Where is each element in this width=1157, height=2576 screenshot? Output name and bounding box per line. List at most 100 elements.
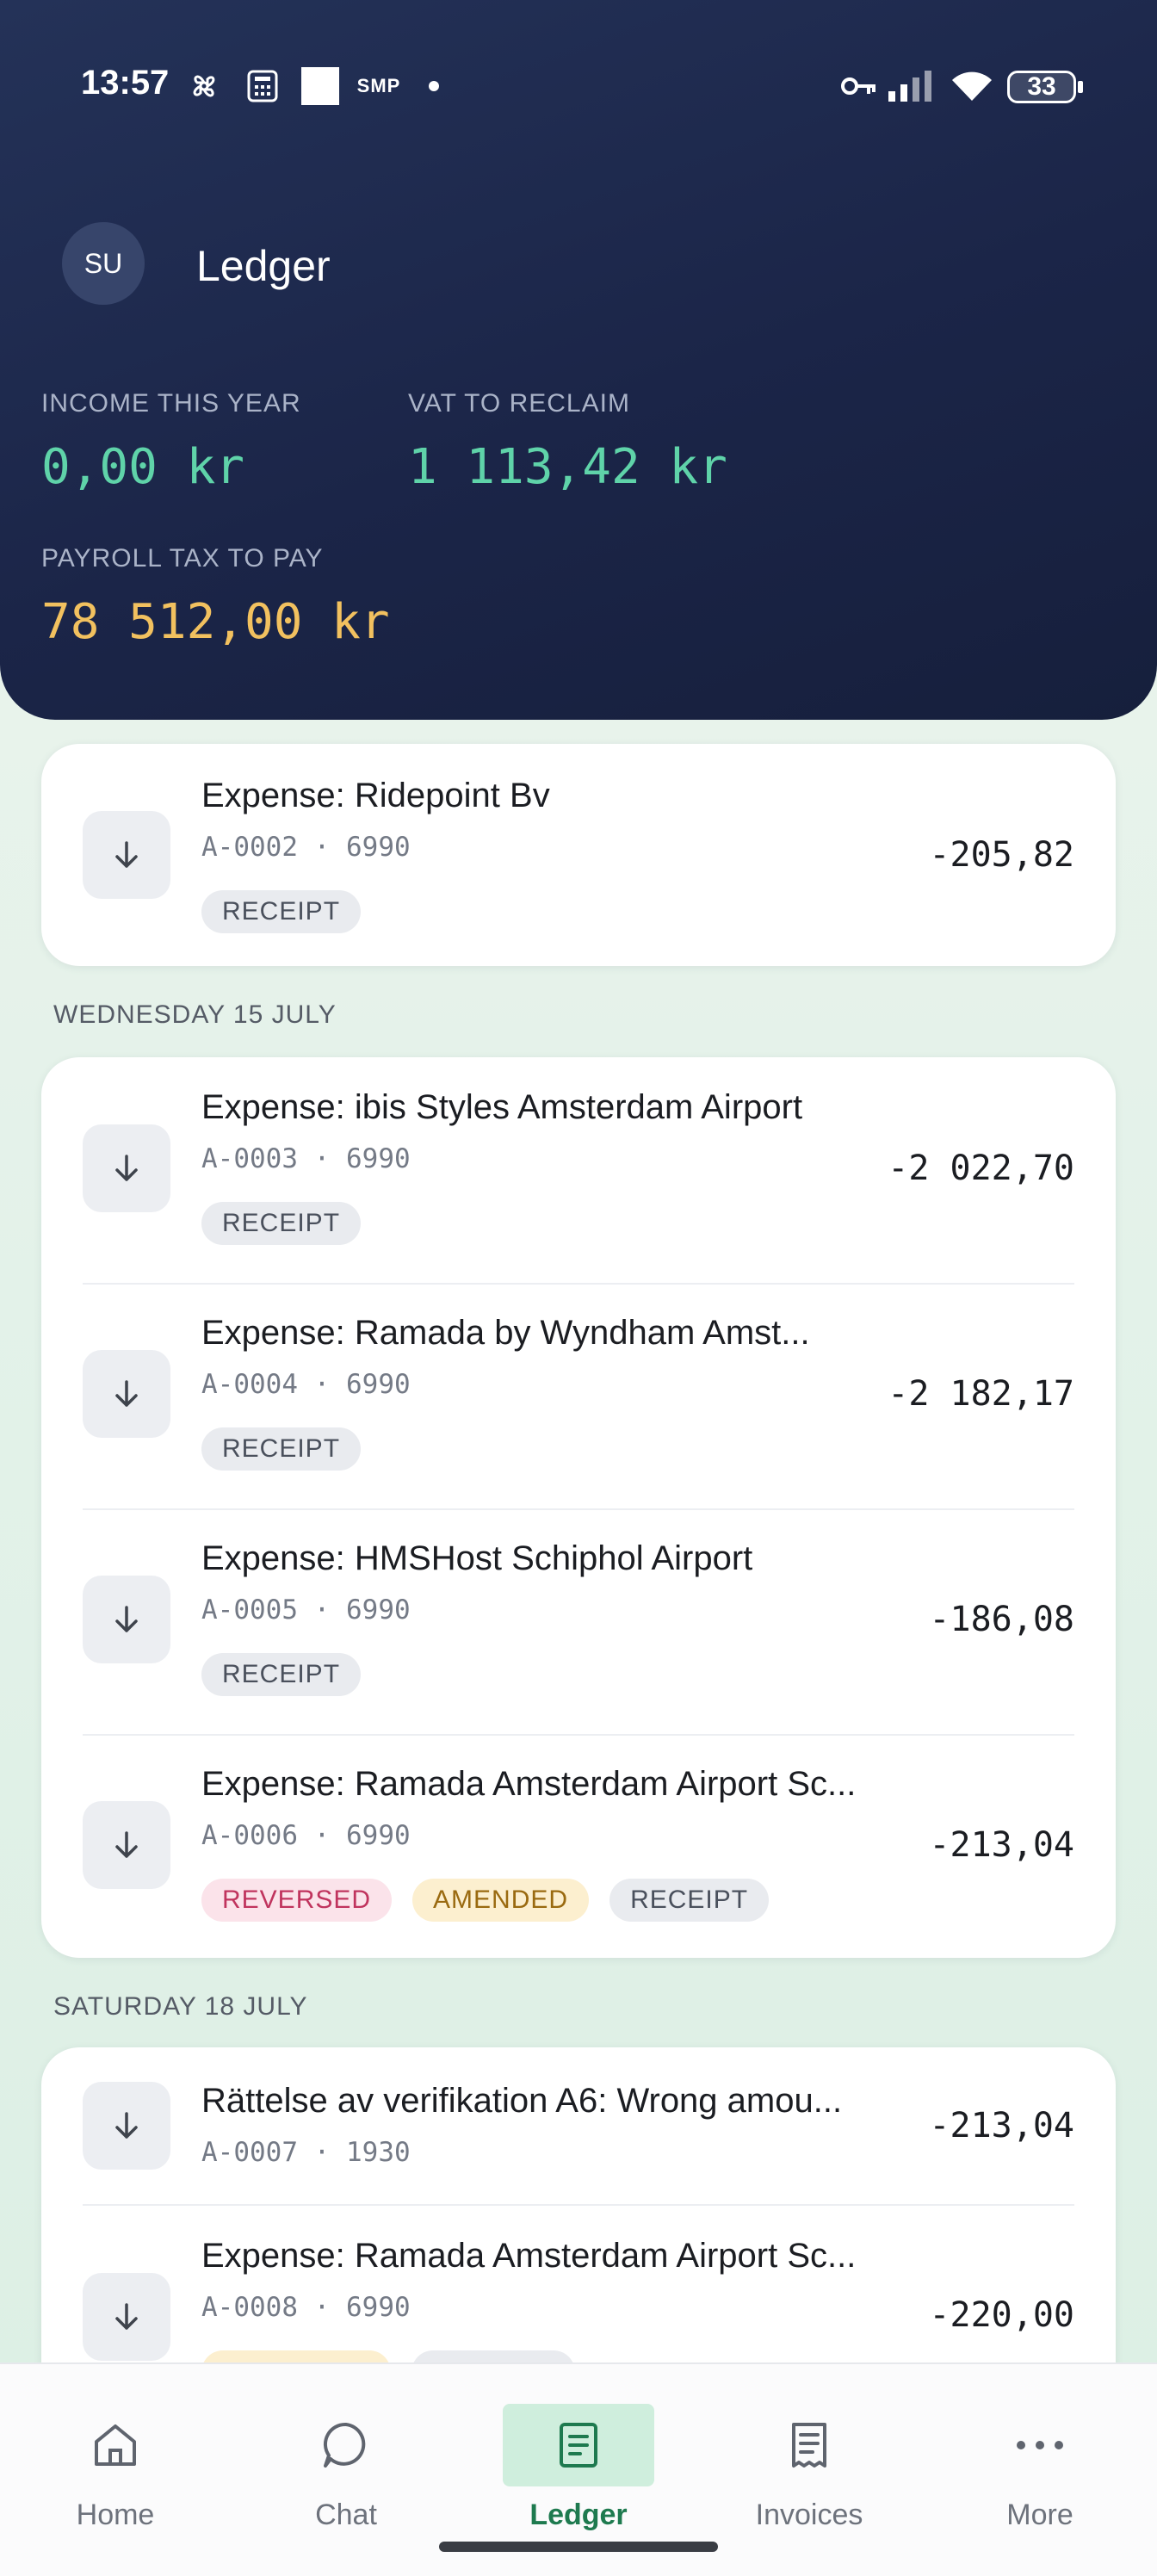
ledger-icon [503,2404,654,2486]
separator: · [313,1143,331,1174]
entry-title: Expense: Ramada Amsterdam Airport Sc... [201,1765,857,1803]
nav-home-label: Home [76,2499,155,2531]
entry-meta: A-0006 · 6990 [201,1820,411,1851]
entry-amount: -2 022,70 [888,1149,1074,1188]
entry-card: Expense: Ridepoint Bv A-0002 · 6990 RECE… [41,744,1116,966]
ledger-row[interactable]: Expense: Ridepoint Bv A-0002 · 6990 RECE… [41,744,1116,966]
entry-ref: A-0007 [201,2137,298,2168]
receipt-tag: RECEIPT [609,1879,770,1922]
nav-home[interactable]: Home [29,2385,201,2540]
status-time: 13:57 [81,64,170,102]
entry-title: Expense: ibis Styles Amsterdam Airport [201,1088,803,1126]
separator: · [313,1820,331,1851]
ledger-row[interactable]: Expense: ibis Styles Amsterdam Airport A… [41,1057,1116,1283]
entry-amount: -213,04 [929,2106,1074,2146]
home-indicator[interactable] [439,2542,718,2552]
entry-meta: A-0007 · 1930 [201,2137,411,2168]
arrow-down-icon [83,1350,170,1438]
entry-ref: A-0006 [201,1820,298,1851]
nav-invoices-label: Invoices [755,2499,863,2531]
entry-amount: -186,08 [929,1600,1074,1639]
tags: RECEIPT [201,1202,362,1245]
entry-ref: A-0005 [201,1595,298,1625]
income-label: INCOME THIS YEAR [41,389,301,418]
tags: RECEIPT [201,1653,362,1696]
more-icon [964,2404,1116,2486]
square-icon [301,67,339,105]
chat-icon [270,2404,422,2486]
entry-meta: A-0002 · 6990 [201,832,411,863]
arrow-down-icon [83,2082,170,2170]
vpn-key-icon [840,69,878,103]
wifi-icon [950,69,993,103]
arrow-down-icon [83,2273,170,2361]
entry-title: Rättelse av verifikation A6: Wrong amou.… [201,2082,843,2120]
entry-meta: A-0005 · 6990 [201,1595,411,1625]
nav-chat-label: Chat [315,2499,377,2531]
dot-icon [425,69,442,103]
nav-more[interactable]: More [954,2385,1126,2540]
separator: · [313,1595,331,1625]
smp-icon: SMP [356,75,401,96]
entry-meta: A-0004 · 6990 [201,1369,411,1400]
fan-icon [186,69,222,103]
payroll-tax-value: 78 512,00 kr [41,594,390,650]
entry-account: 6990 [346,1143,411,1174]
avatar-initials: SU [84,247,123,279]
nav-chat[interactable]: Chat [260,2385,432,2540]
nav-more-label: More [1006,2499,1073,2531]
arrow-down-icon [83,1576,170,1663]
tags: RECEIPT [201,1427,362,1471]
entry-title: Expense: Ramada Amsterdam Airport Sc... [201,2237,857,2275]
entry-title: Expense: Ramada by Wyndham Amst... [201,1314,810,1352]
ledger-row[interactable]: Expense: Ramada Amsterdam Airport Sc... … [41,1736,1116,1958]
entry-title: Expense: Ridepoint Bv [201,777,550,814]
entry-amount: -220,00 [929,2295,1074,2335]
entry-amount: -213,04 [929,1825,1074,1865]
entry-account: 6990 [346,2292,411,2323]
entry-account: 1930 [346,2137,411,2168]
battery-level: 33 [1027,72,1056,101]
receipt-tag: RECEIPT [201,1427,362,1471]
entry-meta: A-0008 · 6990 [201,2292,411,2323]
nav-ledger-label: Ledger [529,2499,628,2531]
ledger-row[interactable]: Rättelse av verifikation A6: Wrong amou.… [41,2047,1116,2204]
receipt-tag: RECEIPT [201,1653,362,1696]
tags: RECEIPT [201,890,362,933]
tags: REVERSED AMENDED RECEIPT [201,1879,770,1922]
separator: · [313,2292,331,2323]
entry-account: 6990 [346,832,411,863]
arrow-down-icon [83,811,170,899]
ledger-header: 13:57 SMP 33 SU Ledger INCOME THIS YEAR … [0,0,1157,720]
date-header: SATURDAY 18 JULY [53,1992,308,2021]
receipt-tag: RECEIPT [201,890,362,933]
ledger-row[interactable]: Expense: Ramada by Wyndham Amst... A-000… [41,1285,1116,1510]
nav-ledger[interactable]: Ledger [492,2385,665,2540]
date-header: WEDNESDAY 15 JULY [53,1000,337,1029]
ledger-row[interactable]: Expense: HMSHost Schiphol Airport A-0005… [41,1510,1116,1736]
nav-invoices[interactable]: Invoices [723,2385,895,2540]
entry-amount: -2 182,17 [888,1374,1074,1414]
calculator-icon [244,69,281,103]
arrow-down-icon [83,1124,170,1212]
battery-icon: 33 [1007,71,1076,103]
status-bar: 13:57 SMP 33 [0,52,1157,121]
signal-icon [888,69,933,103]
entry-account: 6990 [346,1595,411,1625]
avatar[interactable]: SU [62,222,145,305]
entry-ref: A-0004 [201,1369,298,1400]
separator: · [313,2137,331,2168]
invoice-icon [733,2404,885,2486]
entry-title: Expense: HMSHost Schiphol Airport [201,1539,753,1577]
amended-tag: AMENDED [412,1879,590,1922]
entry-meta: A-0003 · 6990 [201,1143,411,1174]
entry-ref: A-0003 [201,1143,298,1174]
vat-label: VAT TO RECLAIM [408,389,630,418]
entry-ref: A-0008 [201,2292,298,2323]
entry-card: Expense: ibis Styles Amsterdam Airport A… [41,1057,1116,1958]
home-icon [40,2404,191,2486]
separator: · [313,1369,331,1400]
page-title: Ledger [196,242,331,290]
battery-tip [1078,81,1083,93]
vat-value: 1 113,42 kr [408,439,727,495]
